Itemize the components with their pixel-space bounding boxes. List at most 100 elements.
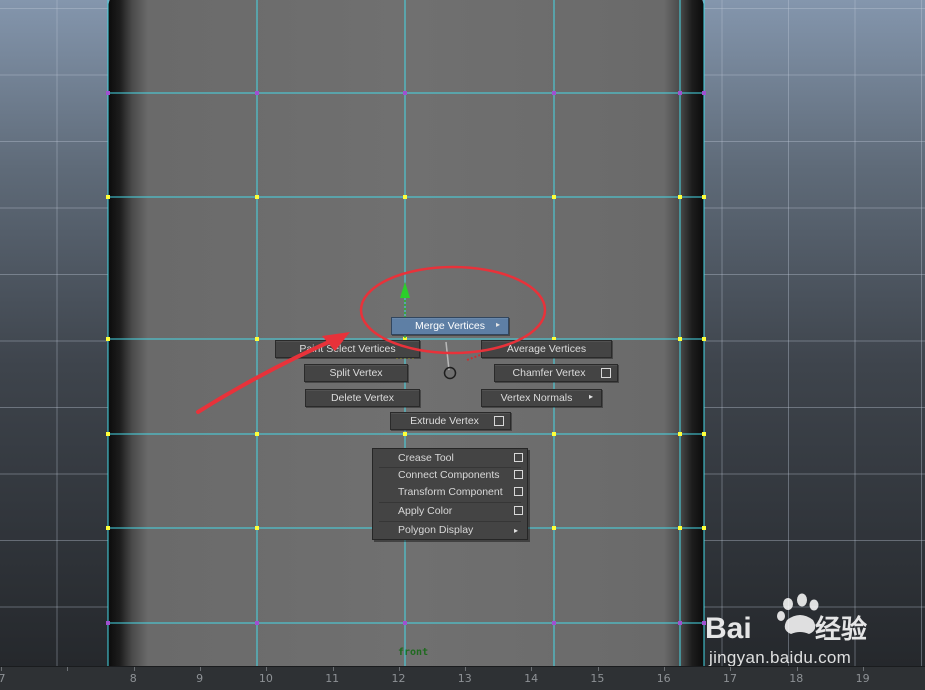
ruler-tick-label: 7 <box>0 672 6 685</box>
vertex[interactable] <box>403 91 407 95</box>
option-box-icon[interactable] <box>601 368 611 378</box>
camera-name-label: front <box>398 647 429 658</box>
merge-vertices-menu-item[interactable]: Merge Vertices ▸ <box>391 317 509 335</box>
ruler-tick-label: 8 <box>129 672 137 685</box>
ruler-tick-label: 16 <box>656 672 671 685</box>
average-vertices-menu-item[interactable]: Average Vertices <box>481 340 612 358</box>
grid-ruler: 7 8 9 10 11 12 13 14 15 16 17 18 19 <box>0 666 925 690</box>
menu-item-label: Vertex Normals <box>500 392 573 404</box>
ruler-tick <box>465 667 467 671</box>
menu-item-label: Delete Vertex <box>330 392 395 404</box>
option-box-icon[interactable] <box>494 416 504 426</box>
vertex-selected[interactable] <box>255 337 259 341</box>
ruler-tick <box>332 667 334 671</box>
vertex[interactable] <box>552 621 556 625</box>
vertex[interactable] <box>106 91 110 95</box>
vertex[interactable] <box>678 91 682 95</box>
vertex-selected[interactable] <box>702 337 706 341</box>
vertex[interactable] <box>678 621 682 625</box>
ruler-tick <box>597 667 599 671</box>
vertex-selected[interactable] <box>255 432 259 436</box>
vertex[interactable] <box>106 621 110 625</box>
vertex[interactable] <box>255 621 259 625</box>
menu-item-label: Paint Select Vertices <box>299 343 396 355</box>
crease-tool-menu-item[interactable]: Crease Tool <box>373 450 527 467</box>
vertex-selected[interactable] <box>255 526 259 530</box>
vertex-selected[interactable] <box>678 337 682 341</box>
apply-color-menu-item[interactable]: Apply Color <box>373 503 527 520</box>
split-vertex-menu-item[interactable]: Split Vertex <box>304 364 408 382</box>
ruler-tick-label: 19 <box>855 672 870 685</box>
option-box-icon[interactable] <box>514 487 523 496</box>
option-box-icon[interactable] <box>514 470 523 479</box>
ruler-tick-label: 15 <box>590 672 605 685</box>
option-box-icon[interactable] <box>514 453 523 462</box>
ruler-tick-label: 10 <box>258 672 273 685</box>
ruler-tick-label: 12 <box>391 672 406 685</box>
ruler-tick <box>67 667 69 671</box>
submenu-arrow-icon: ▸ <box>513 526 518 535</box>
vertex-selected[interactable] <box>106 195 110 199</box>
menu-item-label: Merge Vertices <box>414 320 486 332</box>
menu-item-label: Chamfer Vertex <box>512 367 586 379</box>
menu-item-label: Apply Color <box>398 505 453 517</box>
vertex-selected[interactable] <box>403 195 407 199</box>
extrude-vertex-menu-item[interactable]: Extrude Vertex <box>390 412 511 430</box>
connect-components-menu-item[interactable]: Connect Components <box>373 467 527 484</box>
ruler-tick <box>531 667 533 671</box>
ruler-tick-label: 18 <box>789 672 804 685</box>
paw-toe-icon <box>783 598 793 610</box>
vertex-selected[interactable] <box>702 526 706 530</box>
watermark-brand-suffix: 经验 <box>815 614 867 645</box>
y-axis-arrow-icon <box>400 282 410 298</box>
menu-item-label: Average Vertices <box>506 343 587 355</box>
vertex[interactable] <box>255 91 259 95</box>
watermark-brand-text: Bai <box>705 612 752 645</box>
watermark-url: jingyan.baidu.com <box>709 648 852 666</box>
ruler-tick-label: 9 <box>196 672 204 685</box>
vertex-selected[interactable] <box>702 432 706 436</box>
delete-vertex-menu-item[interactable]: Delete Vertex <box>305 389 420 407</box>
vertex-selected[interactable] <box>552 526 556 530</box>
ruler-tick-label: 17 <box>723 672 737 685</box>
chamfer-vertex-menu-item[interactable]: Chamfer Vertex <box>494 364 618 382</box>
vertex-selected[interactable] <box>106 337 110 341</box>
transform-component-menu-item[interactable]: Transform Component <box>373 484 527 501</box>
ruler-tick-label: 14 <box>524 672 539 685</box>
vertex-selected[interactable] <box>702 195 706 199</box>
vertex[interactable] <box>403 621 407 625</box>
vertex-selected[interactable] <box>106 526 110 530</box>
vertex-selected[interactable] <box>678 526 682 530</box>
vertex-selected[interactable] <box>552 432 556 436</box>
option-box-icon[interactable] <box>514 506 523 515</box>
vertex-selected[interactable] <box>403 432 407 436</box>
vertex[interactable] <box>552 91 556 95</box>
vertex-normals-menu-item[interactable]: Vertex Normals ▸ <box>481 389 602 407</box>
ruler-tick <box>730 667 732 671</box>
ruler-tick <box>133 667 135 671</box>
polygon-display-menu-item[interactable]: Polygon Display ▸ <box>373 522 527 539</box>
menu-item-label: Transform Component <box>398 486 503 498</box>
vertex-selected[interactable] <box>678 432 682 436</box>
vertex-selected[interactable] <box>255 195 259 199</box>
center-handle-icon <box>443 366 457 380</box>
context-menu: Crease Tool Connect Components Transform… <box>372 448 528 540</box>
viewport-front[interactable]: Merge Vertices ▸ Paint Select Vertices A… <box>0 0 925 666</box>
vertex-selected[interactable] <box>106 432 110 436</box>
ruler-tick <box>266 667 268 671</box>
vertex-selected[interactable] <box>678 195 682 199</box>
ruler-tick <box>1 667 2 671</box>
submenu-arrow-icon: ▸ <box>588 392 593 401</box>
ruler-tick-label: 13 <box>457 672 472 685</box>
ruler-tick <box>796 667 798 671</box>
menu-item-label: Crease Tool <box>398 452 454 464</box>
paint-select-vertices-menu-item[interactable]: Paint Select Vertices <box>275 340 420 358</box>
ruler-tick <box>862 667 864 671</box>
vertex-selected[interactable] <box>552 195 556 199</box>
menu-item-label: Polygon Display <box>398 524 474 536</box>
ruler-tick <box>664 667 665 671</box>
ruler-tick <box>398 667 400 671</box>
vertex[interactable] <box>702 91 706 95</box>
ruler-tick <box>199 667 201 671</box>
menu-item-label: Split Vertex <box>329 367 383 379</box>
